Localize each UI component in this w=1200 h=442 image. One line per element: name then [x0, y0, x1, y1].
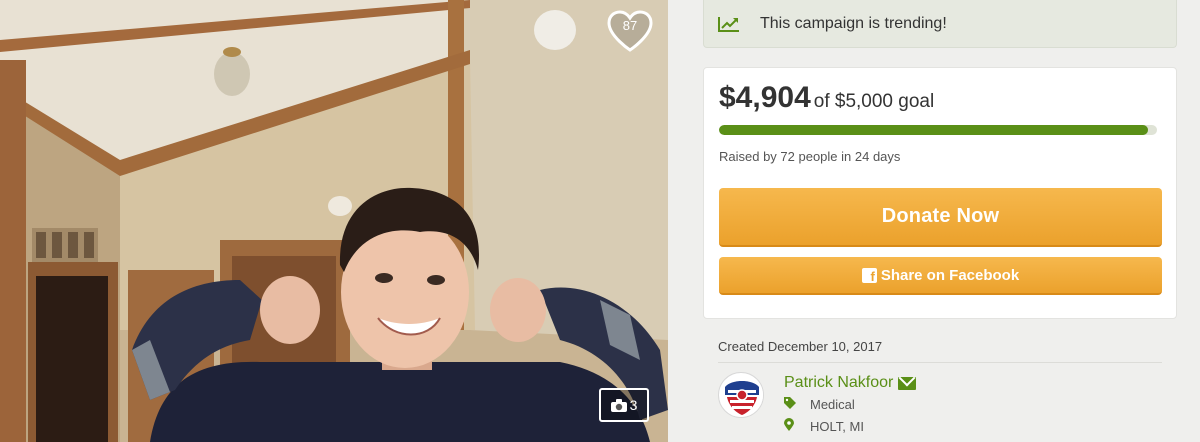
- created-date: Created December 10, 2017: [718, 339, 883, 354]
- progress-bar: [719, 125, 1157, 135]
- amount-raised: $4,904: [719, 81, 811, 114]
- location-row: HOLT, MI: [784, 418, 864, 434]
- facebook-icon: f: [861, 267, 877, 283]
- progress-bar-fill: [719, 125, 1149, 135]
- category-label: Medical: [810, 397, 855, 412]
- tag-icon: [784, 397, 810, 412]
- trending-text: This campaign is trending!: [760, 14, 947, 32]
- location-label: HOLT, MI: [810, 418, 864, 434]
- share-facebook-label: Share on Facebook: [880, 266, 1020, 284]
- campaign-photo[interactable]: 87 3: [0, 0, 668, 442]
- campaign-page: 87 3 This campaign is trending! $4,904 of…: [0, 0, 1200, 442]
- share-facebook-button[interactable]: f Share on Facebook: [719, 257, 1162, 295]
- organizer-link[interactable]: Patrick Nakfoor: [784, 374, 917, 392]
- divider: [718, 362, 1162, 363]
- donation-card: $4,904 of $5,000 goal Raised by 72 people…: [703, 67, 1177, 319]
- favorite-count: 87: [622, 18, 638, 33]
- donate-now-button[interactable]: Donate Now: [719, 188, 1162, 247]
- campaign-photo-image: [0, 0, 668, 442]
- organizer-avatar[interactable]: [718, 372, 764, 418]
- amount-line: $4,904 of $5,000 goal: [719, 81, 934, 115]
- photo-count: 3: [629, 397, 638, 413]
- category-row: Medical: [784, 397, 855, 412]
- camera-icon: [610, 398, 627, 412]
- organizer-logo-image: [720, 374, 763, 417]
- envelope-icon[interactable]: [898, 376, 917, 390]
- photo-gallery-button[interactable]: 3: [599, 388, 649, 422]
- favorite-button[interactable]: 87: [605, 8, 655, 54]
- trending-chart-icon: [718, 16, 739, 32]
- goal-text: of $5,000 goal: [813, 91, 935, 112]
- raised-summary: Raised by 72 people in 24 days: [719, 149, 901, 164]
- organizer-name: Patrick Nakfoor: [784, 374, 894, 391]
- trending-banner: This campaign is trending!: [703, 0, 1177, 48]
- map-pin-icon: [784, 418, 810, 434]
